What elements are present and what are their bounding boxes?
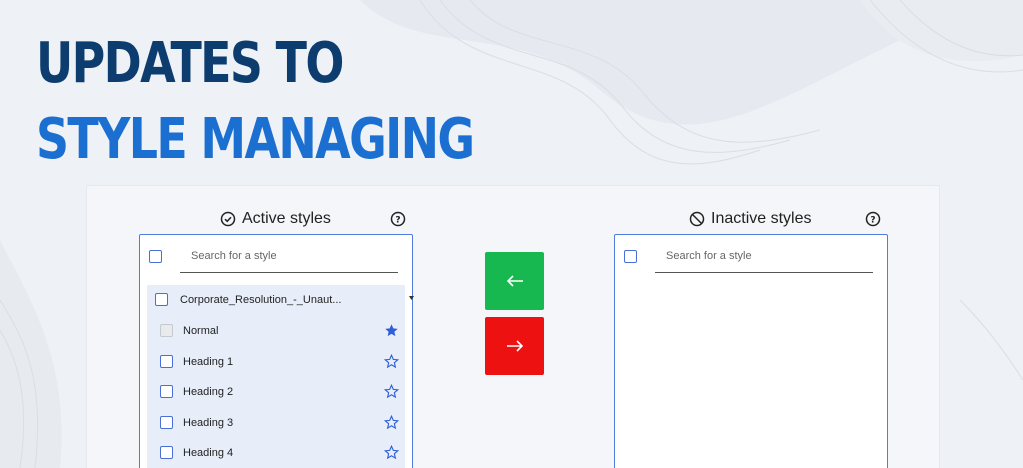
group-checkbox[interactable] (155, 293, 168, 306)
style-row-checkbox[interactable] (160, 416, 173, 429)
title-line-2: STYLE MANAGING (36, 107, 475, 172)
active-styles-title: Active styles (242, 210, 331, 227)
star-outline-icon[interactable] (384, 415, 399, 430)
chevron-down-icon[interactable] (409, 296, 414, 300)
select-all-inactive-checkbox[interactable] (624, 250, 637, 263)
style-row-checkbox[interactable] (160, 355, 173, 368)
active-search-placeholder: Search for a style (191, 250, 277, 262)
svg-text:?: ? (870, 216, 875, 226)
select-all-active-checkbox[interactable] (149, 250, 162, 263)
title-line-1: UPDATES TO (36, 31, 344, 96)
style-group (147, 285, 405, 468)
star-outline-icon[interactable] (384, 384, 399, 399)
style-row-checkbox[interactable] (160, 324, 173, 337)
block-icon (689, 211, 705, 227)
star-outline-icon[interactable] (384, 354, 399, 369)
star-filled-icon[interactable] (384, 323, 399, 338)
inactive-search-input[interactable]: Search for a style (655, 239, 873, 273)
move-to-active-button[interactable] (485, 252, 544, 310)
active-search-input[interactable]: Search for a style (180, 239, 398, 273)
star-outline-icon[interactable] (384, 445, 399, 460)
style-row-label: Heading 2 (183, 386, 234, 398)
inactive-search-placeholder: Search for a style (666, 250, 752, 262)
style-row-label: Heading 1 (183, 356, 234, 368)
arrow-right-icon (506, 340, 523, 352)
page-title: UPDATES TO STYLE MANAGING (36, 26, 475, 178)
style-row-label: Heading 4 (183, 447, 234, 459)
style-row-label: Heading 3 (183, 417, 234, 429)
style-row-checkbox[interactable] (160, 385, 173, 398)
check-circle-icon (220, 211, 236, 227)
active-styles-header: Active styles (220, 209, 331, 229)
svg-text:?: ? (395, 216, 400, 226)
inactive-styles-header: Inactive styles (689, 209, 811, 229)
group-name[interactable]: Corporate_Resolution_-_Unaut... (180, 294, 341, 306)
move-to-inactive-button[interactable] (485, 317, 544, 375)
style-row-label: Normal (183, 325, 219, 337)
help-icon[interactable]: ? (865, 211, 881, 227)
arrow-left-icon (506, 275, 523, 287)
inactive-styles-title: Inactive styles (711, 210, 812, 227)
help-icon[interactable]: ? (390, 211, 406, 227)
style-row-checkbox[interactable] (160, 446, 173, 459)
